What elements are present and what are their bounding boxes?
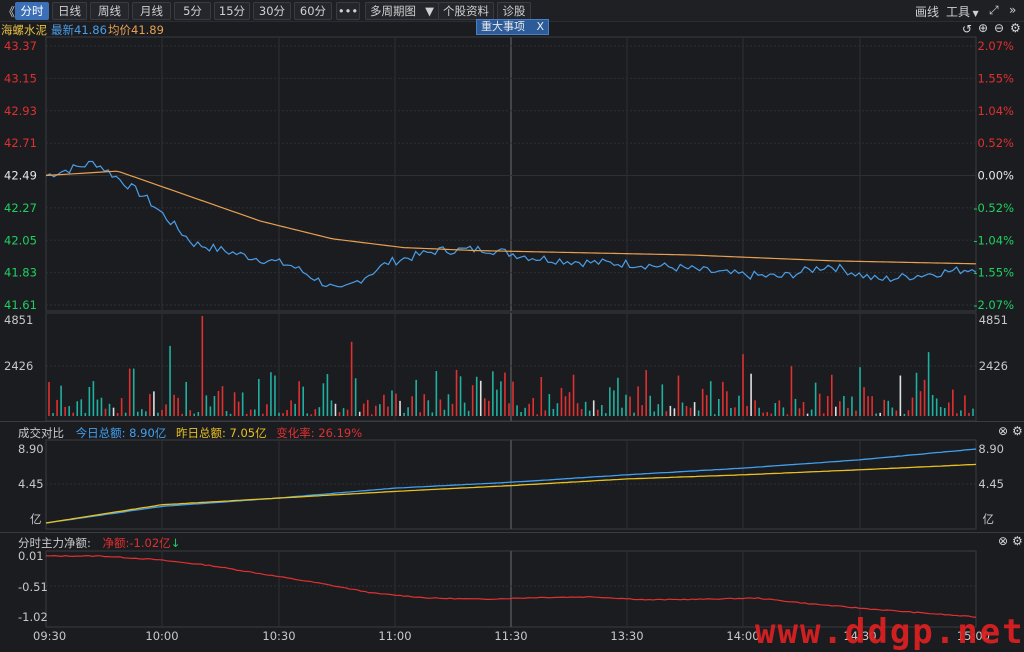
turnover-tick-label: 亿	[983, 512, 995, 526]
price-tick-label: 42.49	[4, 169, 37, 183]
price-tick-label: 43.37	[4, 39, 37, 53]
pct-tick-label: -2.07%	[973, 298, 1014, 312]
price-tick-label: 41.83	[4, 266, 37, 280]
pct-tick-label: -1.55%	[973, 266, 1014, 280]
mainforce-tick-label: -1.02	[18, 610, 48, 624]
pct-tick-label: 1.55%	[977, 71, 1014, 85]
intraday-chart[interactable]: 43.37 2.07% 43.15 1.55% 42.93 1.04% 42.71 0.52%…	[0, 0, 1024, 649]
time-tick-label: 13:30	[610, 629, 643, 643]
price-tick-label: 42.93	[4, 104, 37, 118]
price-tick-label: 41.61	[4, 298, 37, 312]
volume-tick-label: 2426	[979, 359, 1008, 373]
time-tick-label: 11:30	[494, 629, 527, 643]
pct-tick-label: 2.07%	[977, 39, 1014, 53]
volume-tick-label: 2426	[4, 359, 33, 373]
price-tick-label: 42.05	[4, 233, 37, 247]
turnover-tick-label: 8.90	[978, 442, 1004, 456]
mainforce-tick-label: -0.51	[18, 580, 48, 594]
time-tick-label: 10:00	[145, 629, 178, 643]
watermark: www.ddgp.net	[755, 612, 1024, 652]
pct-tick-label: 1.04%	[977, 104, 1014, 118]
turnover-tick-label: 4.45	[18, 477, 44, 491]
turnover-tick-label: 亿	[30, 512, 42, 526]
turnover-tick-label: 8.90	[18, 442, 44, 456]
pct-tick-label: -0.52%	[973, 201, 1014, 215]
volume-tick-label: 4851	[979, 313, 1008, 327]
price-tick-label: 42.27	[4, 201, 37, 215]
time-tick-label: 10:30	[262, 629, 295, 643]
mainforce-tick-label: 0.01	[18, 549, 44, 563]
pct-tick-label: -1.04%	[973, 233, 1014, 247]
volume-tick-label: 4851	[4, 313, 33, 327]
turnover-tick-label: 4.45	[978, 477, 1004, 491]
time-tick-label: 09:30	[33, 629, 66, 643]
pct-tick-label: 0.00%	[977, 169, 1014, 183]
pct-tick-label: 0.52%	[977, 136, 1014, 150]
time-tick-label: 11:00	[378, 629, 411, 643]
price-tick-label: 43.15	[4, 71, 37, 85]
price-tick-label: 42.71	[4, 136, 37, 150]
